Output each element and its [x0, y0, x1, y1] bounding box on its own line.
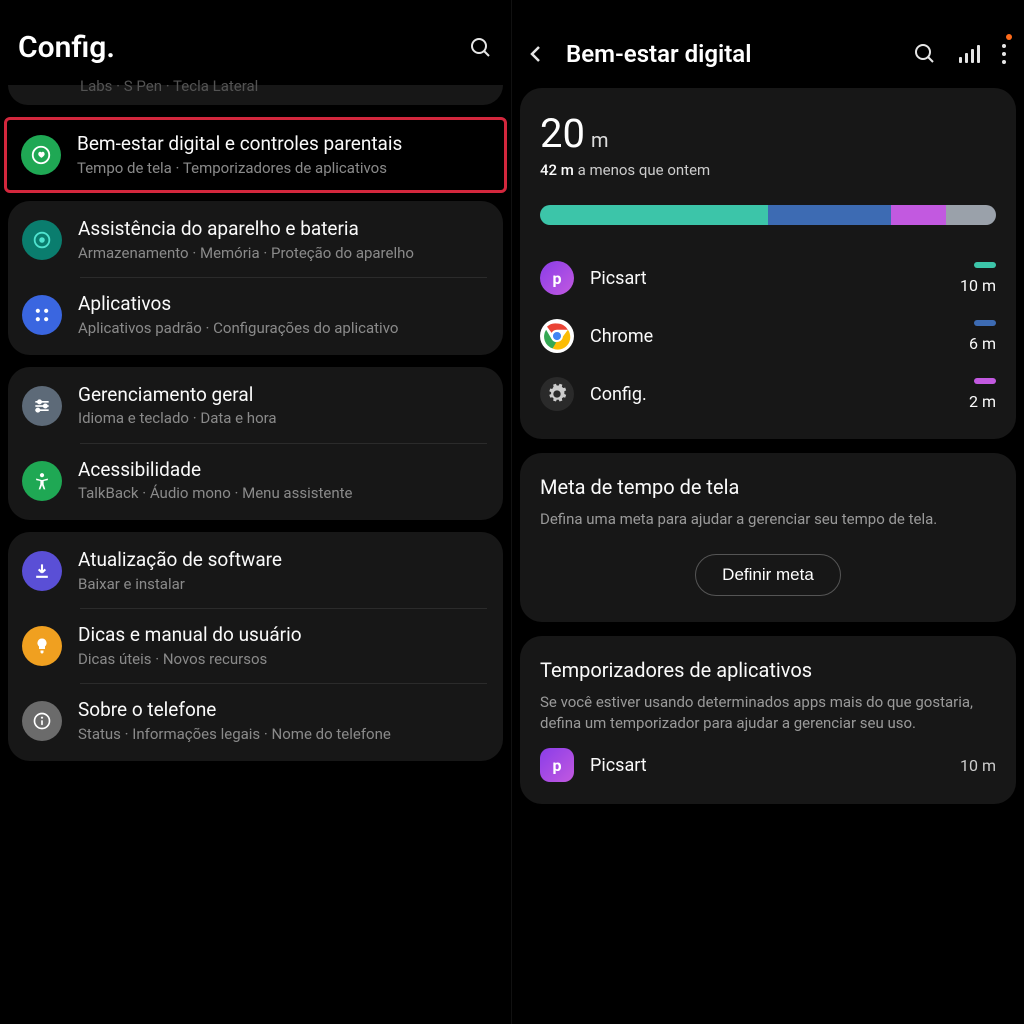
settings-app-icon — [540, 377, 574, 411]
section-desc: Se você estiver usando determinados apps… — [540, 692, 996, 734]
app-name: Picsart — [590, 268, 944, 289]
settings-item-sub: Baixar e instalar — [78, 575, 489, 595]
app-name: Config. — [590, 384, 953, 405]
settings-item-title: Gerenciamento geral — [78, 383, 489, 408]
settings-group-3: Atualização de software Baixar e instala… — [8, 532, 503, 761]
settings-item-title: Acessibilidade — [78, 458, 489, 483]
picsart-icon: p — [540, 261, 574, 295]
settings-item-sub: Aplicativos padrão · Configurações do ap… — [78, 319, 489, 339]
set-goal-button[interactable]: Definir meta — [695, 554, 841, 596]
settings-group-2: Gerenciamento geral Idioma e teclado · D… — [8, 367, 503, 520]
lightbulb-icon — [22, 626, 62, 666]
back-icon[interactable] — [524, 42, 548, 66]
screen-time-goal-card: Meta de tempo de tela Defina uma meta pa… — [520, 453, 1016, 622]
settings-panel: Config. Labs · S Pen · Tecla Lateral Bem… — [0, 0, 512, 1024]
usage-summary-card[interactable]: 20 m 42 m a menos que ontem p Picsart 10 m… — [520, 88, 1016, 439]
download-icon — [22, 551, 62, 591]
chrome-icon — [540, 319, 574, 353]
usage-bar-segment — [768, 205, 891, 225]
section-desc: Defina uma meta para ajudar a gerenciar … — [540, 509, 996, 530]
compare-text: 42 m a menos que ontem — [540, 161, 996, 179]
app-usage-row[interactable]: Chrome 6 m — [540, 301, 996, 359]
settings-item-tips[interactable]: Dicas e manual do usuário Dicas úteis · … — [8, 609, 503, 683]
settings-group-1: Assistência do aparelho e bateria Armaze… — [8, 201, 503, 354]
settings-item-title: Sobre o telefone — [78, 698, 489, 723]
usage-bar-segment — [891, 205, 946, 225]
info-icon — [22, 701, 62, 741]
chart-icon[interactable] — [959, 45, 980, 63]
sliders-icon — [22, 386, 62, 426]
usage-bar-segment — [946, 205, 996, 225]
app-name: Chrome — [590, 326, 953, 347]
settings-item-accessibility[interactable]: Acessibilidade TalkBack · Áudio mono · M… — [8, 444, 503, 518]
settings-item-title: Dicas e manual do usuário — [78, 623, 489, 648]
page-title: Config. — [18, 30, 115, 65]
section-title: Meta de tempo de tela — [540, 475, 996, 499]
heart-shield-icon — [21, 135, 61, 175]
more-icon[interactable] — [1002, 44, 1006, 64]
settings-item-apps[interactable]: Aplicativos Aplicativos padrão · Configu… — [8, 278, 503, 352]
section-title: Temporizadores de aplicativos — [540, 658, 996, 682]
app-name: Picsart — [590, 755, 944, 776]
wellbeing-panel: Bem-estar digital 20 m 42 m a menos que … — [512, 0, 1024, 1024]
app-color-indicator — [974, 320, 996, 326]
settings-item-sub: Tempo de tela · Temporizadores de aplica… — [77, 159, 490, 179]
settings-item-sub-truncated: Labs · S Pen · Tecla Lateral — [8, 77, 503, 95]
search-icon[interactable] — [913, 42, 937, 66]
timer-app-row[interactable]: p Picsart 10 m — [540, 734, 996, 782]
settings-item-device-care[interactable]: Assistência do aparelho e bateria Armaze… — [8, 203, 503, 277]
settings-item-about[interactable]: Sobre o telefone Status · Informações le… — [8, 684, 503, 758]
picsart-icon: p — [540, 748, 574, 782]
app-usage-row[interactable]: p Picsart 10 m — [540, 243, 996, 301]
app-color-indicator — [974, 378, 996, 384]
page-title: Bem-estar digital — [566, 40, 895, 68]
wellbeing-header: Bem-estar digital — [512, 0, 1024, 88]
settings-item-sub: Armazenamento · Memória · Proteção do ap… — [78, 244, 489, 264]
settings-item-software-update[interactable]: Atualização de software Baixar e instala… — [8, 534, 503, 608]
usage-bar — [540, 205, 996, 225]
settings-item-general[interactable]: Gerenciamento geral Idioma e teclado · D… — [8, 369, 503, 443]
settings-item-text: Bem-estar digital e controles parentais … — [77, 132, 490, 178]
settings-header: Config. — [0, 0, 511, 85]
app-timers-card: Temporizadores de aplicativos Se você es… — [520, 636, 1016, 804]
app-time: 10 m — [960, 756, 996, 775]
search-icon[interactable] — [469, 36, 493, 60]
settings-item-title: Atualização de software — [78, 548, 489, 573]
settings-item-title: Assistência do aparelho e bateria — [78, 217, 489, 242]
highlighted-setting: Bem-estar digital e controles parentais … — [4, 117, 507, 193]
time-unit: m — [591, 128, 609, 152]
settings-group-partial: Labs · S Pen · Tecla Lateral — [8, 85, 503, 105]
settings-item-sub: Dicas úteis · Novos recursos — [78, 650, 489, 670]
device-care-icon — [22, 220, 62, 260]
notification-dot — [1006, 34, 1012, 40]
accessibility-icon — [22, 461, 62, 501]
time-value: 20 — [540, 110, 585, 157]
settings-item-sub: TalkBack · Áudio mono · Menu assistente — [78, 484, 489, 504]
total-screen-time: 20 m — [540, 110, 996, 157]
app-time: 6 m — [969, 334, 996, 353]
settings-item-title: Bem-estar digital e controles parentais — [77, 132, 490, 157]
settings-item-title: Aplicativos — [78, 292, 489, 317]
app-usage-row[interactable]: Config. 2 m — [540, 359, 996, 417]
usage-bar-segment — [540, 205, 768, 225]
app-color-indicator — [974, 262, 996, 268]
settings-item-sub: Idioma e teclado · Data e hora — [78, 409, 489, 429]
app-time: 10 m — [960, 276, 996, 295]
settings-item-sub: Status · Informações legais · Nome do te… — [78, 725, 489, 745]
app-time: 2 m — [969, 392, 996, 411]
settings-item-digital-wellbeing[interactable]: Bem-estar digital e controles parentais … — [9, 126, 502, 184]
apps-list: p Picsart 10 m Chrome 6 m Config. 2 m — [540, 243, 996, 417]
apps-grid-icon — [22, 295, 62, 335]
